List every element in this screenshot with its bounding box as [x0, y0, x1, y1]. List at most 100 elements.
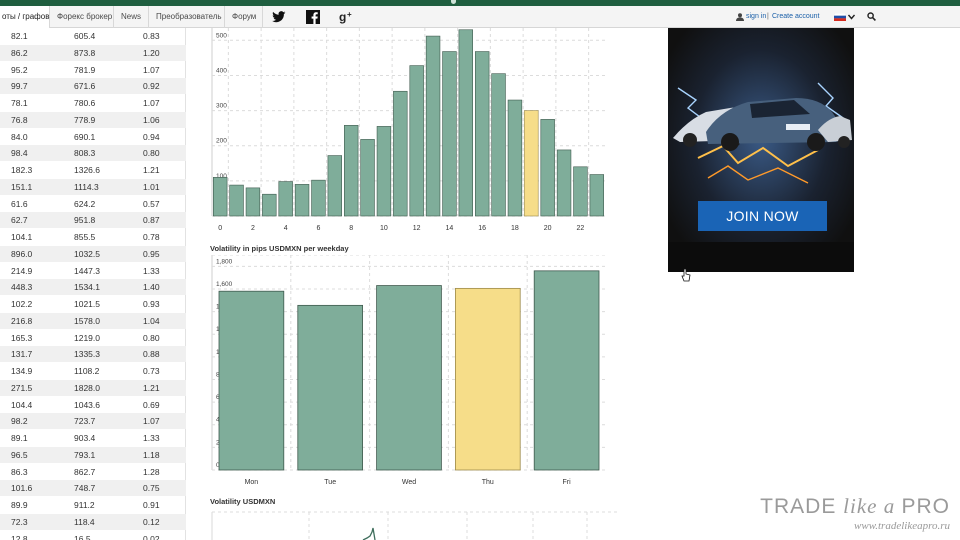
x-tick-label: Mon	[245, 479, 259, 486]
table-cell: 1578.0	[74, 315, 100, 326]
table-cell: 808.3	[74, 148, 96, 159]
tab-news[interactable]: News	[114, 6, 149, 28]
nav-separator: |	[767, 13, 769, 20]
table-row: 134.9 1108.2 0.73	[0, 363, 186, 379]
broker-advertisement[interactable]: JOIN NOW	[668, 28, 854, 272]
table-cell: 102.2	[11, 299, 33, 309]
twitter-icon[interactable]	[271, 9, 287, 25]
logo-trade: TRADE	[760, 495, 844, 518]
table-row: 98.4 808.3 0.80	[0, 145, 186, 162]
search-icon[interactable]	[867, 12, 876, 21]
bar	[344, 125, 359, 217]
table-cell: 1032.5	[74, 248, 100, 259]
table-row: 62.7 951.8 0.87	[0, 212, 186, 229]
bar	[297, 304, 364, 471]
watermark-url: www.tradelikeapro.ru	[854, 520, 950, 532]
bar	[442, 51, 457, 217]
x-tick-label: Wed	[402, 479, 416, 486]
table-cell: 862.7	[74, 466, 96, 477]
daily-chart-title: Volatility USDMXN	[210, 497, 276, 506]
table-row: 104.1 855.5 0.78	[0, 229, 186, 245]
x-tick-label: Tue	[324, 479, 336, 486]
bar	[533, 270, 600, 471]
table-cell: 1114.3	[74, 181, 99, 192]
bar	[454, 287, 521, 471]
table-cell: 780.6	[74, 98, 96, 108]
table-row: 89.1 903.4 1.33	[0, 430, 186, 446]
bar	[213, 177, 228, 217]
table-cell: 1043.6	[74, 399, 100, 410]
logo-like: like	[843, 494, 878, 518]
table-cell: 82.1	[11, 31, 28, 41]
bar	[311, 179, 326, 217]
x-tick-label: Fri	[563, 479, 572, 486]
table-cell: 1534.1	[74, 282, 100, 293]
table-cell: 104.1	[11, 232, 33, 242]
x-tick-label: 2	[251, 225, 255, 232]
daily-volatility-line	[362, 527, 376, 540]
bar	[573, 166, 588, 217]
table-cell: 165.3	[11, 332, 33, 343]
join-now-button[interactable]: JOIN NOW	[698, 201, 827, 231]
table-cell: 0.83	[143, 31, 160, 41]
y-tick-label: 300	[216, 103, 227, 110]
daily-volatility-chart	[211, 511, 618, 540]
y-tick-label: 200	[216, 138, 227, 145]
bar	[524, 110, 539, 217]
chevron-down-icon[interactable]	[848, 14, 855, 20]
table-cell: 1219.0	[74, 332, 100, 343]
table-row: 12.8 16.5 0.02	[0, 531, 186, 540]
y-tick-label: 1,600	[216, 281, 233, 288]
table-cell: 78.1	[11, 98, 28, 108]
table-cell: 690.1	[74, 131, 96, 142]
x-tick-label: 6	[316, 225, 320, 232]
tab-quotes-charts[interactable]: оты / графов	[0, 6, 50, 28]
bar	[376, 126, 392, 217]
google-plus-icon[interactable]: g +	[339, 9, 355, 25]
logo-a: a	[877, 494, 902, 518]
table-cell: 1.21	[143, 165, 160, 175]
table-cell: 98.2	[11, 416, 28, 427]
table-cell: 12.8	[11, 533, 28, 540]
table-row: 78.1 780.6 1.07	[0, 95, 186, 111]
top-bar-marker	[451, 0, 456, 4]
bar	[556, 149, 572, 217]
bar	[218, 290, 285, 471]
tab-forex-broker[interactable]: Форекс брокер	[50, 6, 114, 28]
table-cell: 793.1	[74, 449, 96, 460]
table-cell: 1447.3	[74, 265, 100, 276]
table-cell: 0.02	[143, 533, 160, 540]
table-row: 86.2 873.8 1.20	[0, 44, 186, 61]
table-cell: 1.33	[143, 265, 160, 276]
table-cell: 1.07	[143, 416, 160, 427]
table-cell: 778.9	[74, 114, 96, 125]
table-cell: 61.6	[11, 198, 28, 209]
table-cell: 605.4	[74, 31, 96, 41]
table-cell: 214.9	[11, 265, 33, 276]
tab-forum[interactable]: Форум	[225, 6, 263, 28]
russia-flag-icon[interactable]	[834, 13, 846, 21]
bar	[360, 139, 375, 217]
bar	[229, 184, 244, 217]
create-account-link[interactable]: Create account	[772, 6, 819, 28]
table-cell: 855.5	[74, 232, 96, 242]
facebook-icon[interactable]	[305, 9, 321, 25]
table-row: 95.2 781.9 1.07	[0, 62, 186, 78]
table-row: 98.2 723.7 1.07	[0, 413, 186, 430]
table-row: 271.5 1828.0 1.21	[0, 379, 186, 396]
table-cell: 0.73	[143, 366, 160, 376]
table-cell: 0.57	[143, 198, 160, 209]
table-cell: 89.9	[11, 500, 28, 510]
table-row: 896.0 1032.5 0.95	[0, 245, 186, 262]
table-cell: 0.93	[143, 299, 160, 309]
table-cell: 89.1	[11, 433, 28, 443]
table-row: 104.4 1043.6 0.69	[0, 397, 186, 413]
tab-converter[interactable]: Преобразователь	[149, 6, 225, 28]
logo-pro: PRO	[901, 495, 950, 518]
sign-in-link[interactable]: sign in	[746, 6, 766, 28]
x-tick-label: 16	[478, 225, 486, 232]
table-cell: 0.92	[143, 81, 160, 92]
table-row: 101.6 748.7 0.75	[0, 480, 186, 497]
bar	[327, 155, 343, 217]
table-cell: 62.7	[11, 215, 28, 226]
